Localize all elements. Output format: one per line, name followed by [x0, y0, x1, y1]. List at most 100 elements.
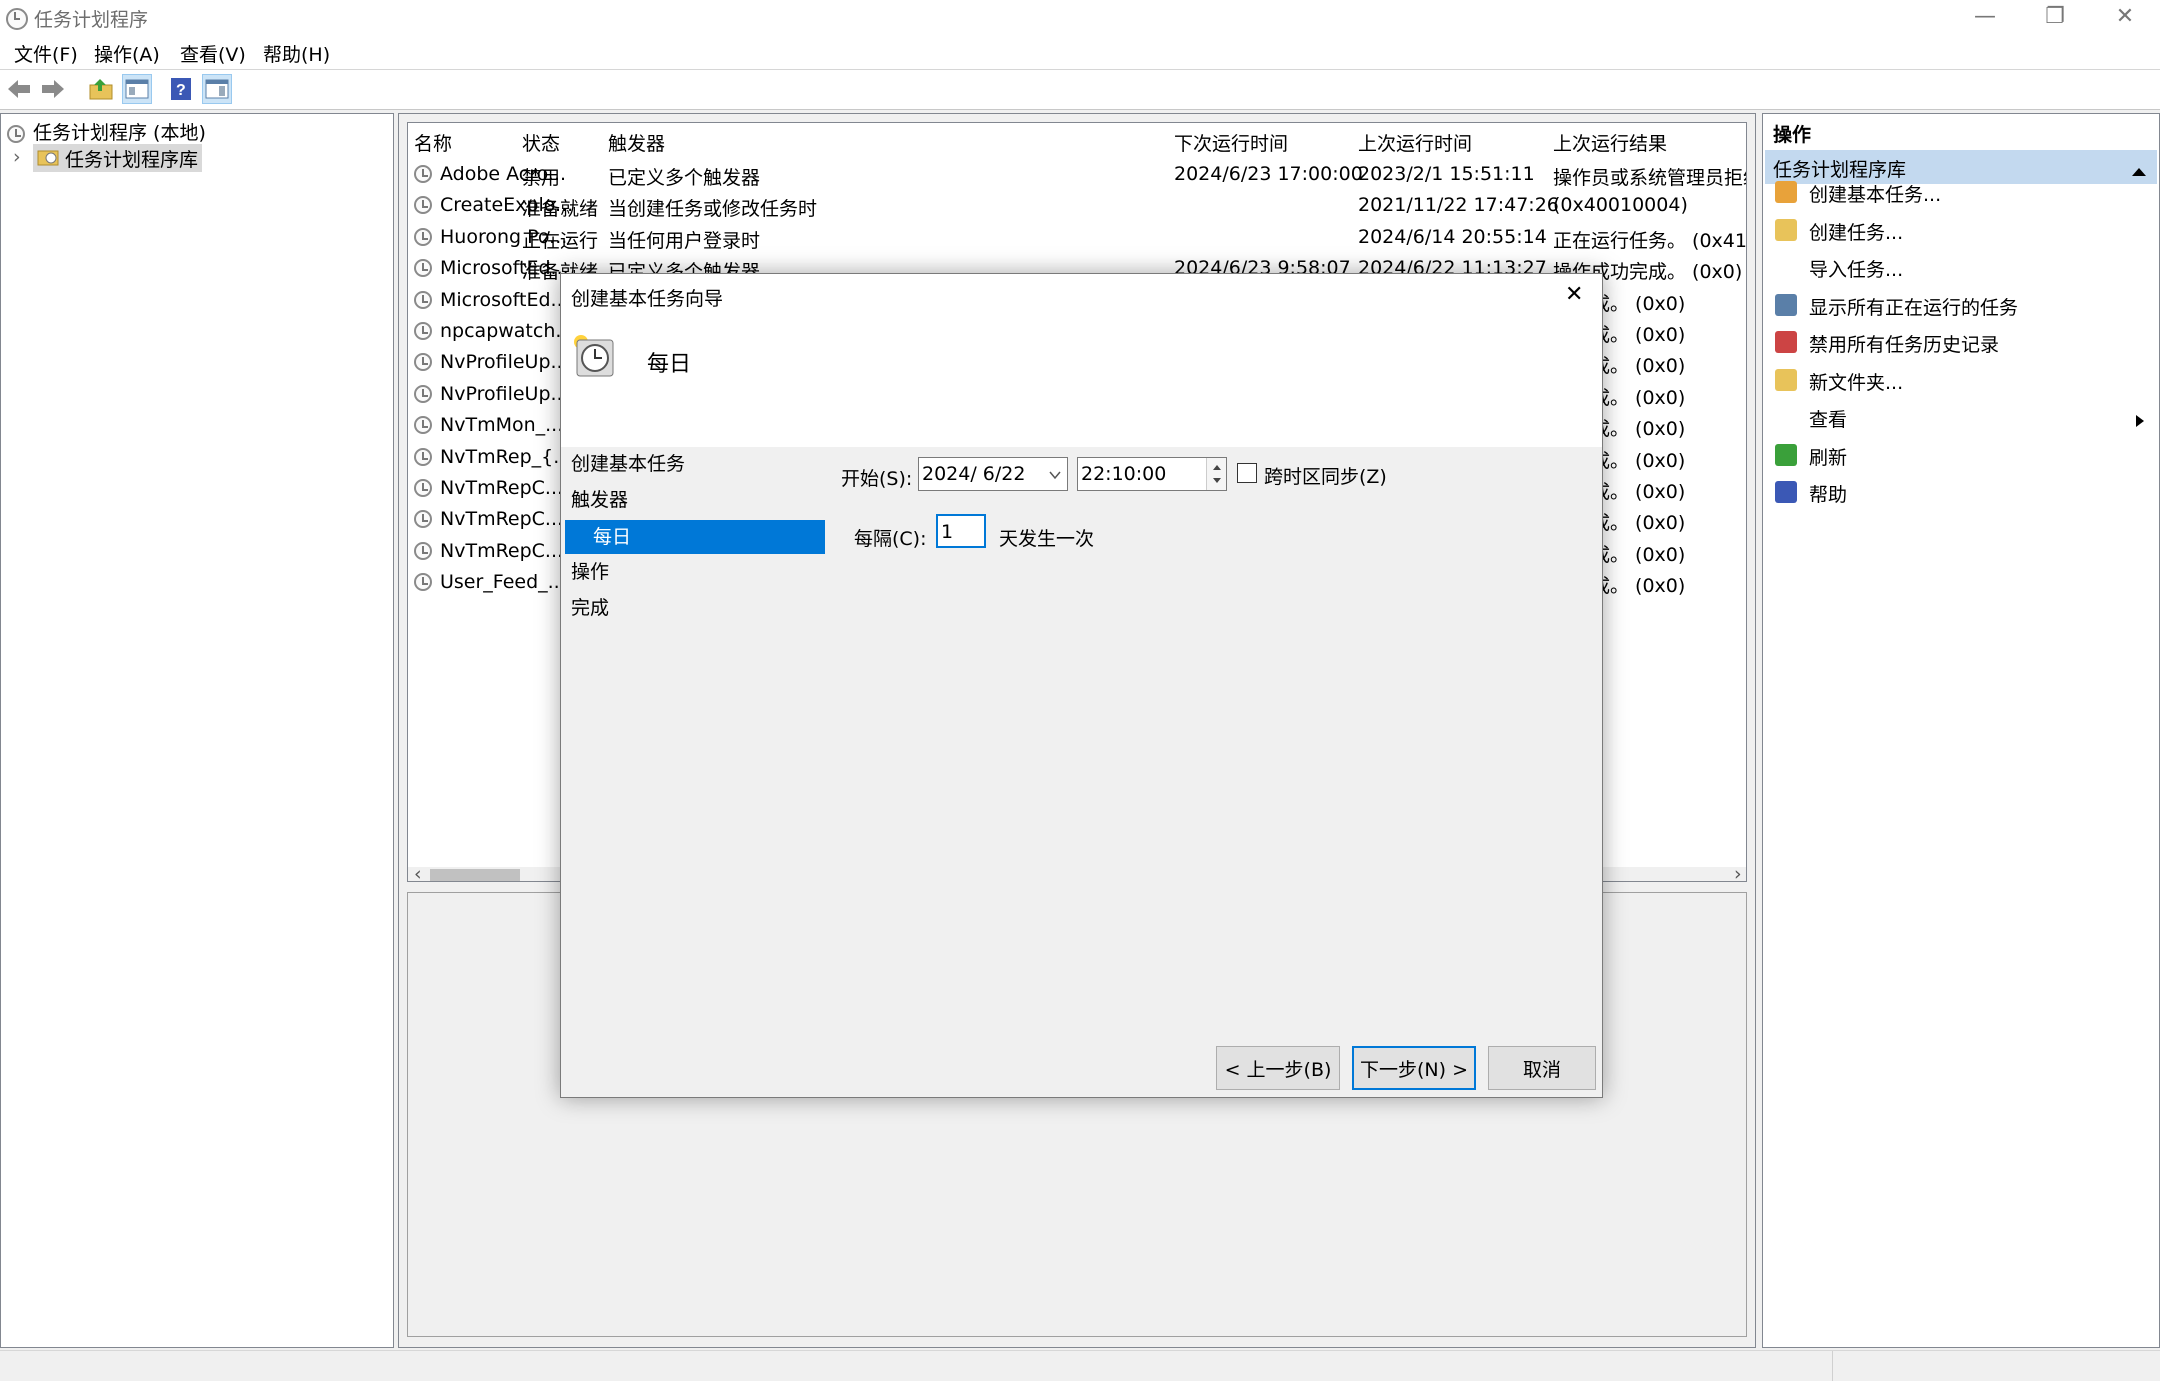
step-trigger[interactable]: 触发器 [571, 485, 628, 512]
action-label: 创建基本任务... [1809, 184, 1942, 206]
action-label: 查看 [1809, 409, 1848, 431]
action-refresh[interactable]: 刷新 [1763, 439, 2159, 473]
scroll-thumb[interactable] [430, 869, 520, 881]
show-hide-icon[interactable] [122, 74, 152, 104]
scheduler-icon [7, 124, 25, 143]
col-status[interactable]: 状态 [522, 129, 560, 156]
wizard-heading: 每日 [647, 352, 692, 377]
time-spinner-icon[interactable] [1206, 458, 1226, 490]
date-dropdown-icon[interactable] [1049, 458, 1061, 490]
start-label: 开始(S): [841, 468, 913, 490]
task-name: NvTmRepC... [440, 539, 564, 562]
minimize-button[interactable]: — [1950, 0, 2020, 36]
step-create-basic-task[interactable]: 创建基本任务 [571, 449, 685, 476]
tree-item-library[interactable]: 任务计划程序库 [33, 144, 203, 172]
task-status: 正在运行 [522, 229, 599, 252]
menu-view[interactable]: 查看(V) [180, 40, 246, 67]
refresh-icon [1775, 443, 1797, 466]
task-clock-icon [414, 479, 432, 497]
action-create-task[interactable]: 创建任务... [1763, 214, 2159, 248]
task-last-run: 2024/6/14 20:55:14 [1358, 225, 1547, 248]
window-title: 任务计划程序 [34, 9, 149, 31]
help-icon[interactable]: ? [166, 74, 196, 104]
task-clock-icon [414, 322, 432, 340]
start-date-picker[interactable]: 2024/ 6/22 [918, 457, 1068, 491]
panel-icon[interactable] [202, 74, 232, 104]
task-result: 操作员或系统管理员拒绝了 [1553, 167, 1746, 189]
action-label: 刷新 [1809, 446, 1848, 469]
step-action[interactable]: 操作 [571, 557, 609, 584]
menu-bar: 文件(F) 操作(A) 查看(V) 帮助(H) [0, 36, 2160, 70]
action-create-basic-task[interactable]: 创建基本任务... [1763, 176, 2159, 210]
action-label: 显示所有正在运行的任务 [1809, 296, 2019, 319]
col-name[interactable]: 名称 [414, 129, 452, 156]
task-name: MicrosoftEd... [440, 288, 569, 311]
task-status: 禁用 [522, 167, 561, 189]
task-name: NvTmRep_{... [440, 445, 572, 468]
col-last-run[interactable]: 上次运行时间 [1358, 129, 1472, 156]
task-clock-icon [414, 416, 432, 435]
action-disable-history[interactable]: 禁用所有任务历史记录 [1763, 326, 2159, 360]
status-bar [0, 1350, 2160, 1381]
back-button[interactable]: < 上一步(B) [1216, 1046, 1340, 1090]
folder-up-icon[interactable] [86, 74, 116, 104]
start-date-value: 2024/ 6/22 [922, 463, 1026, 485]
restore-button[interactable]: ❐ [2020, 0, 2090, 36]
task-name: NvTmRepC... [440, 508, 564, 531]
next-button[interactable]: 下一步(N) > [1352, 1046, 1476, 1090]
task-clock-icon [414, 384, 432, 403]
start-time-field[interactable]: 22:10:00 [1077, 457, 1227, 491]
action-label: 导入任务... [1809, 259, 1904, 281]
close-button[interactable]: ✕ [2090, 0, 2160, 36]
task-clock-icon [414, 259, 432, 278]
task-clock-icon [414, 227, 432, 246]
action-label: 创建任务... [1809, 221, 1904, 244]
scroll-right-icon[interactable]: › [1734, 863, 1742, 881]
col-next-run[interactable]: 下次运行时间 [1174, 129, 1288, 156]
new-folder-icon [1775, 368, 1797, 391]
every-label: 每隔(C): [854, 528, 927, 550]
step-daily-selected[interactable]: 每日 [565, 520, 825, 554]
action-show-running-tasks[interactable]: 显示所有正在运行的任务 [1763, 289, 2159, 323]
dialog-close-icon[interactable]: ✕ [1565, 282, 1583, 307]
forward-icon[interactable] [38, 74, 68, 104]
menu-help[interactable]: 帮助(H) [263, 40, 330, 67]
cancel-button[interactable]: 取消 [1488, 1046, 1596, 1090]
scroll-left-icon[interactable]: ‹ [414, 863, 422, 881]
task-name: NvProfileUp... [440, 382, 569, 405]
wizard-header: 创建基本任务向导 ✕ 每日 [561, 274, 1602, 447]
toolbar: ? [0, 70, 2160, 110]
every-days-value: 1 [941, 521, 954, 543]
col-last-result[interactable]: 上次运行结果 [1553, 129, 1667, 156]
create-task-icon [1775, 218, 1797, 241]
sync-timezone-label: 跨时区同步(Z) [1264, 466, 1387, 488]
menu-file[interactable]: 文件(F) [14, 40, 78, 67]
step-finish[interactable]: 完成 [571, 593, 609, 620]
tree-root[interactable]: 任务计划程序 (本地) [7, 118, 206, 145]
folder-clock-icon [37, 146, 59, 171]
back-icon[interactable] [4, 74, 34, 104]
action-help[interactable]: 帮助 [1763, 476, 2159, 510]
action-view[interactable]: 查看 [1763, 401, 2159, 435]
task-clock-icon [414, 510, 432, 529]
every-days-input[interactable]: 1 [936, 514, 986, 548]
col-trigger[interactable]: 触发器 [608, 129, 665, 156]
task-result: (0x40010004) [1553, 194, 1688, 217]
table-row[interactable]: CreateExplo... 准备就绪 当创建任务或修改任务时 2021/11/22 … [408, 190, 1746, 221]
task-name: NvTmMon_... [440, 414, 564, 437]
actions-pane: 操作 任务计划程序库 创建基本任务... 创建任务... 导入任务... 显示所有正在… [1762, 113, 2160, 1348]
task-name: NvTmRepC... [440, 477, 564, 499]
every-suffix: 天发生一次 [999, 528, 1095, 550]
action-import-task[interactable]: 导入任务... [1763, 251, 2159, 285]
task-clock-icon [414, 290, 432, 309]
table-row[interactable]: Huorong Po... 正在运行 当任何用户登录时 2024/6/14 20:55… [408, 222, 1746, 253]
menu-action[interactable]: 操作(A) [94, 40, 160, 67]
navigation-tree: 任务计划程序 (本地) › 任务计划程序库 [0, 113, 394, 1348]
sync-timezone-checkbox[interactable] [1237, 463, 1257, 483]
task-trigger: 当任何用户登录时 [608, 229, 761, 252]
tree-root-label: 任务计划程序 (本地) [33, 122, 206, 144]
expand-chevron-icon[interactable]: › [13, 146, 21, 168]
task-clock-icon [414, 541, 432, 560]
table-row[interactable]: Adobe Acro... 禁用 已定义多个触发器 2024/6/23 17:00:0… [408, 159, 1746, 190]
action-new-folder[interactable]: 新文件夹... [1763, 364, 2159, 398]
